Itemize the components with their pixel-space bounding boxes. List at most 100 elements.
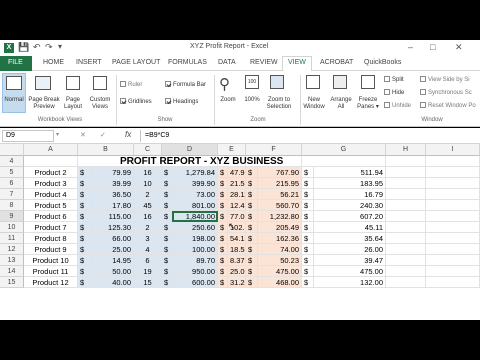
product-name-cell[interactable]: Product 11 (24, 266, 78, 277)
product-name-cell[interactable]: Product 10 (24, 255, 78, 266)
zoom-button[interactable]: Zoom (216, 97, 240, 104)
quantity-cell[interactable]: 4 (134, 244, 162, 255)
tab-data[interactable]: DATA (218, 59, 236, 66)
quantity-cell[interactable]: 45 (134, 200, 162, 211)
total-cost-cell[interactable]: 1,232.80 (258, 211, 302, 222)
total-cost-cell[interactable]: 215.95 (258, 178, 302, 189)
product-name-cell[interactable]: Product 12 (24, 277, 78, 288)
profit-cell[interactable]: 132.00 (314, 277, 386, 288)
empty-cell[interactable] (426, 189, 480, 200)
empty-cell[interactable] (386, 211, 426, 222)
total-cost-cell[interactable]: 767.90 (258, 167, 302, 178)
quantity-cell[interactable]: 10 (134, 178, 162, 189)
profit-cell[interactable]: 16.79 (314, 189, 386, 200)
total-cost-cell[interactable]: 50.23 (258, 255, 302, 266)
unit-cost-cell[interactable]: 31.20 (228, 277, 246, 288)
zoom-to-selection-button[interactable]: Zoom to Selection (262, 97, 296, 111)
empty-cell[interactable] (426, 255, 480, 266)
unit-cost-cell[interactable]: 8.37 (228, 255, 246, 266)
unit-price-cell[interactable]: 25.00 (92, 244, 134, 255)
quantity-cell[interactable]: 15 (134, 277, 162, 288)
synchronous-scrolling-button[interactable]: Synchronous Sc (420, 89, 472, 96)
product-name-cell[interactable]: Product 3 (24, 178, 78, 189)
select-all-corner[interactable] (0, 144, 24, 156)
product-name-cell[interactable]: Product 5 (24, 200, 78, 211)
column-header-h[interactable]: H (386, 144, 426, 156)
revenue-cell[interactable]: 1,840.00 (172, 211, 218, 222)
tab-file[interactable]: FILE (8, 59, 23, 66)
formula-bar-checkbox[interactable]: Formula Bar (165, 81, 206, 88)
empty-cell[interactable] (426, 200, 480, 211)
product-name-cell[interactable]: Product 6 (24, 211, 78, 222)
empty-cell[interactable] (386, 167, 426, 178)
row-header[interactable]: 14 (0, 266, 24, 277)
qat-customize-icon[interactable]: ▾ (58, 42, 62, 51)
arrange-all-button[interactable]: Arrange All (327, 97, 355, 111)
empty-cell[interactable] (426, 167, 480, 178)
name-box-dropdown-icon[interactable]: ▾ (56, 131, 59, 138)
unit-cost-cell[interactable]: 18.50 (228, 244, 246, 255)
unit-price-cell[interactable]: 125.30 (92, 222, 134, 233)
unit-cost-cell[interactable]: 25.00 (228, 266, 246, 277)
unit-cost-cell[interactable]: 47.99 (228, 167, 246, 178)
revenue-cell[interactable]: 399.90 (172, 178, 218, 189)
profit-cell[interactable]: 240.30 (314, 200, 386, 211)
empty-cell[interactable] (386, 156, 426, 167)
quantity-cell[interactable]: 16 (134, 211, 162, 222)
empty-cell[interactable] (426, 211, 480, 222)
freeze-panes-button[interactable]: Freeze Panes ▾ (354, 97, 382, 111)
total-cost-cell[interactable]: 56.21 (258, 189, 302, 200)
empty-cell[interactable] (426, 178, 480, 189)
split-button[interactable]: Split (384, 76, 404, 83)
tab-home[interactable]: HOME (43, 59, 64, 66)
row-header[interactable]: 15 (0, 277, 24, 288)
row-header[interactable]: 10 (0, 222, 24, 233)
empty-cell[interactable] (386, 178, 426, 189)
quantity-cell[interactable]: 19 (134, 266, 162, 277)
revenue-cell[interactable]: 600.00 (172, 277, 218, 288)
empty-cell[interactable] (386, 222, 426, 233)
unit-price-cell[interactable]: 79.99 (92, 167, 134, 178)
product-name-cell[interactable]: Product 2 (24, 167, 78, 178)
unit-cost-cell[interactable]: 54.12 (228, 233, 246, 244)
reset-window-position-button[interactable]: Reset Window Po (420, 102, 476, 109)
row-header-4[interactable]: 4 (0, 156, 24, 167)
unit-price-cell[interactable]: 14.95 (92, 255, 134, 266)
product-name-cell[interactable]: Product 7 (24, 222, 78, 233)
profit-cell[interactable]: 183.95 (314, 178, 386, 189)
unit-cost-cell[interactable]: 21.59 (228, 178, 246, 189)
tab-quickbooks[interactable]: QuickBooks (364, 59, 401, 66)
revenue-cell[interactable]: 198.00 (172, 233, 218, 244)
zoom-100-button[interactable]: 100% (241, 97, 263, 104)
cancel-formula-button[interactable]: ✕ (80, 131, 86, 139)
quantity-cell[interactable]: 2 (134, 189, 162, 200)
unit-price-cell[interactable]: 66.00 (92, 233, 134, 244)
product-name-cell[interactable]: Product 8 (24, 233, 78, 244)
minimize-button[interactable]: – (408, 42, 413, 52)
row-header[interactable]: 5 (0, 167, 24, 178)
gridlines-checkbox[interactable]: Gridlines (120, 98, 152, 105)
empty-cell[interactable] (426, 266, 480, 277)
empty-cell[interactable] (386, 266, 426, 277)
unit-price-cell[interactable]: 39.99 (92, 178, 134, 189)
page-layout-button[interactable]: Page Layout (60, 97, 86, 111)
row-header[interactable]: 12 (0, 244, 24, 255)
profit-cell[interactable]: 511.94 (314, 167, 386, 178)
tab-formulas[interactable]: FORMULAS (168, 59, 207, 66)
tab-view[interactable]: VIEW (288, 59, 306, 66)
quantity-cell[interactable]: 6 (134, 255, 162, 266)
revenue-cell[interactable]: 100.00 (172, 244, 218, 255)
unhide-button[interactable]: Unhide (384, 102, 411, 109)
total-cost-cell[interactable]: 560.70 (258, 200, 302, 211)
total-cost-cell[interactable]: 468.00 (258, 277, 302, 288)
revenue-cell[interactable]: 73.00 (172, 189, 218, 200)
profit-cell[interactable]: 45.11 (314, 222, 386, 233)
quantity-cell[interactable]: 16 (134, 167, 162, 178)
profit-cell[interactable]: 26.00 (314, 244, 386, 255)
profit-cell[interactable]: 39.47 (314, 255, 386, 266)
row-header[interactable]: 9 (0, 211, 24, 222)
revenue-cell[interactable]: 1,279.84 (172, 167, 218, 178)
column-header-i[interactable]: I (426, 144, 480, 156)
empty-cell[interactable] (386, 244, 426, 255)
headings-checkbox[interactable]: Headings (165, 98, 198, 105)
